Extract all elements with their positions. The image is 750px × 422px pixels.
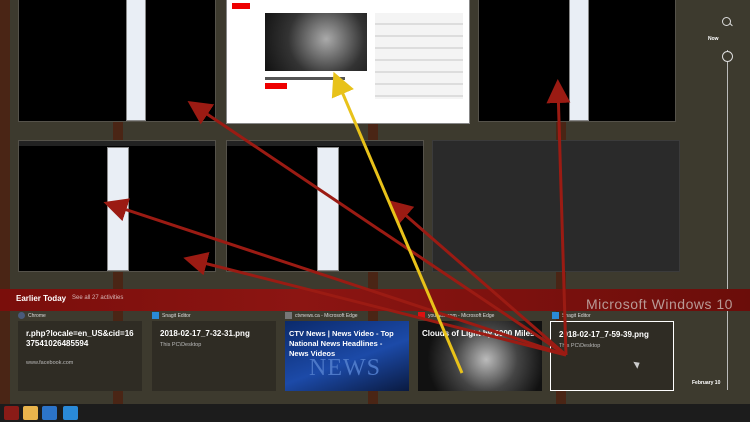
- task-view-button[interactable]: [4, 406, 19, 420]
- edge-icon[interactable]: [42, 406, 57, 420]
- arrow-red: [546, 79, 571, 356]
- taskbar: [0, 404, 750, 422]
- arrow-red: [103, 198, 567, 357]
- arrow-red: [187, 100, 567, 357]
- annotation-arrows: [103, 71, 571, 374]
- arrow-yellow: [331, 71, 464, 374]
- file-explorer-icon[interactable]: [23, 406, 38, 420]
- snagit-icon[interactable]: [63, 406, 78, 420]
